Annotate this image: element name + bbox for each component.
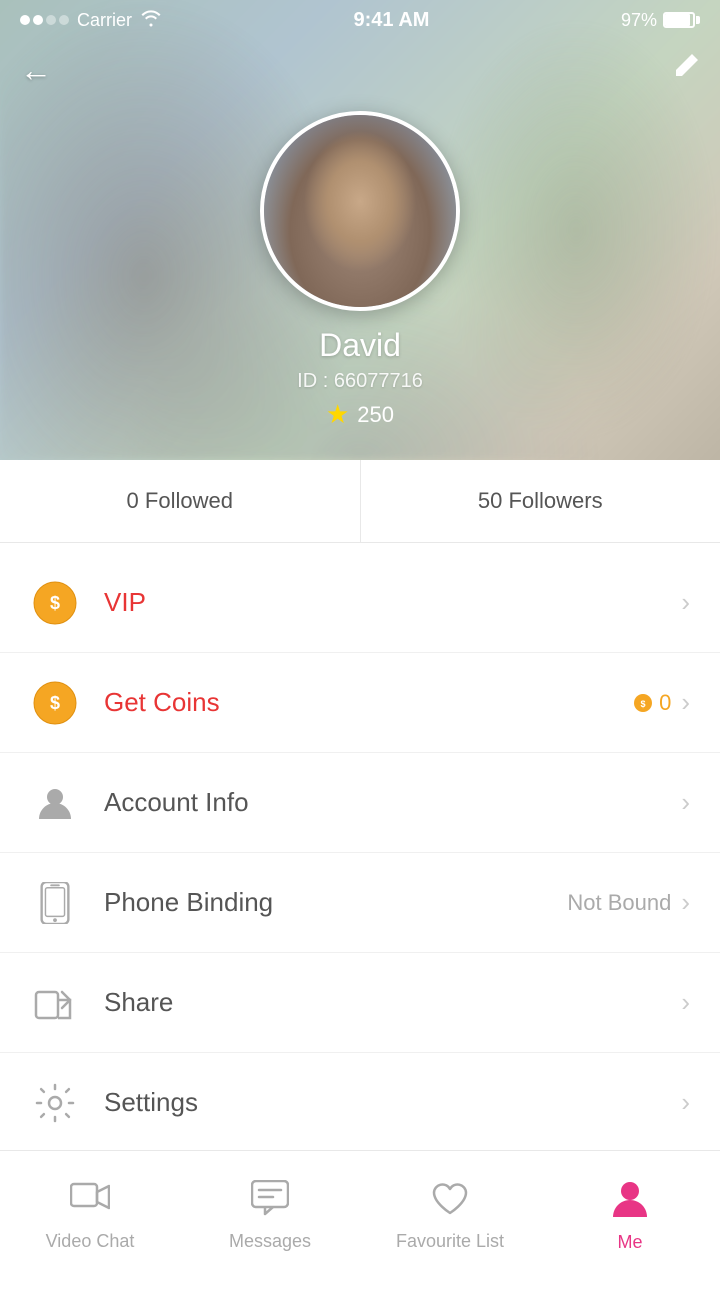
followers-label: 50 Followers	[478, 488, 603, 514]
nav-item-favourite-list[interactable]: Favourite List	[360, 1180, 540, 1252]
vip-right: ›	[681, 587, 690, 618]
coin-amount: 0	[659, 690, 671, 716]
profile-name: David	[319, 327, 401, 364]
share-icon	[30, 978, 80, 1028]
profile-id: ID : 66077716	[297, 370, 423, 393]
menu-item-phone-binding[interactable]: Phone Binding Not Bound ›	[0, 853, 720, 953]
signal-dot-3	[46, 15, 56, 25]
signal-dot-4	[59, 15, 69, 25]
battery-icon	[663, 12, 700, 28]
battery-percent: 97%	[621, 10, 657, 31]
phone-icon	[30, 878, 80, 928]
messages-icon	[251, 1180, 289, 1225]
account-icon	[30, 778, 80, 828]
star-icon: ★	[326, 399, 349, 430]
coin-count: $ 0	[633, 690, 671, 716]
menu-item-settings[interactable]: Settings ›	[0, 1053, 720, 1153]
followed-label: 0 Followed	[127, 488, 233, 514]
menu-item-share[interactable]: Share ›	[0, 953, 720, 1053]
account-right: ›	[681, 787, 690, 818]
menu-item-get-coins[interactable]: $ Get Coins $ 0 ›	[0, 653, 720, 753]
profile-header: Carrier 9:41 AM 97% ←	[0, 0, 720, 460]
followers-stat[interactable]: 50 Followers	[361, 460, 720, 542]
bottom-nav: Video Chat Messages Favourite List	[0, 1150, 720, 1280]
not-bound-text: Not Bound	[567, 890, 671, 916]
coins-chevron: ›	[681, 687, 690, 718]
star-count: 250	[357, 402, 394, 428]
followed-stat[interactable]: 0 Followed	[0, 460, 361, 542]
messages-label: Messages	[229, 1231, 311, 1252]
favourite-list-label: Favourite List	[396, 1231, 504, 1252]
get-coins-label: Get Coins	[104, 687, 609, 718]
me-label: Me	[617, 1232, 642, 1253]
video-chat-label: Video Chat	[46, 1231, 135, 1252]
menu-item-account-info[interactable]: Account Info ›	[0, 753, 720, 853]
signal-dots	[20, 15, 69, 25]
video-chat-icon	[70, 1180, 110, 1225]
profile-info: David ID : 66077716 ★ 250	[0, 111, 720, 430]
profile-stars: ★ 250	[326, 399, 394, 430]
status-right: 97%	[621, 10, 700, 31]
status-bar: Carrier 9:41 AM 97%	[0, 0, 720, 40]
avatar	[260, 111, 460, 311]
nav-item-video-chat[interactable]: Video Chat	[0, 1180, 180, 1252]
vip-chevron: ›	[681, 587, 690, 618]
share-right: ›	[681, 987, 690, 1018]
share-chevron: ›	[681, 987, 690, 1018]
vip-icon: $	[30, 578, 80, 628]
settings-chevron: ›	[681, 1087, 690, 1118]
wifi-icon	[140, 9, 162, 32]
me-icon	[612, 1179, 648, 1226]
favourite-list-icon	[432, 1180, 468, 1225]
coins-icon: $	[30, 678, 80, 728]
menu-item-vip[interactable]: $ VIP ›	[0, 553, 720, 653]
vip-label: VIP	[104, 587, 657, 618]
stats-bar: 0 Followed 50 Followers	[0, 460, 720, 543]
share-label: Share	[104, 987, 657, 1018]
account-info-label: Account Info	[104, 787, 657, 818]
svg-text:$: $	[641, 699, 646, 709]
carrier-label: Carrier	[77, 10, 132, 31]
settings-label: Settings	[104, 1087, 657, 1118]
phone-chevron: ›	[681, 887, 690, 918]
signal-dot-2	[33, 15, 43, 25]
phone-binding-label: Phone Binding	[104, 887, 543, 918]
edit-button[interactable]	[672, 52, 700, 87]
menu-list: $ VIP › $ Get Coins $ 0 ›	[0, 553, 720, 1153]
coins-right: $ 0 ›	[633, 687, 690, 718]
account-chevron: ›	[681, 787, 690, 818]
settings-right: ›	[681, 1087, 690, 1118]
status-time: 9:41 AM	[354, 9, 430, 32]
status-left: Carrier	[20, 9, 162, 32]
nav-item-messages[interactable]: Messages	[180, 1180, 360, 1252]
signal-dot-1	[20, 15, 30, 25]
svg-text:$: $	[50, 593, 60, 613]
back-button[interactable]: ←	[20, 52, 52, 89]
phone-right: Not Bound ›	[567, 887, 690, 918]
nav-item-me[interactable]: Me	[540, 1179, 720, 1253]
settings-icon	[30, 1078, 80, 1128]
svg-text:$: $	[50, 693, 60, 713]
